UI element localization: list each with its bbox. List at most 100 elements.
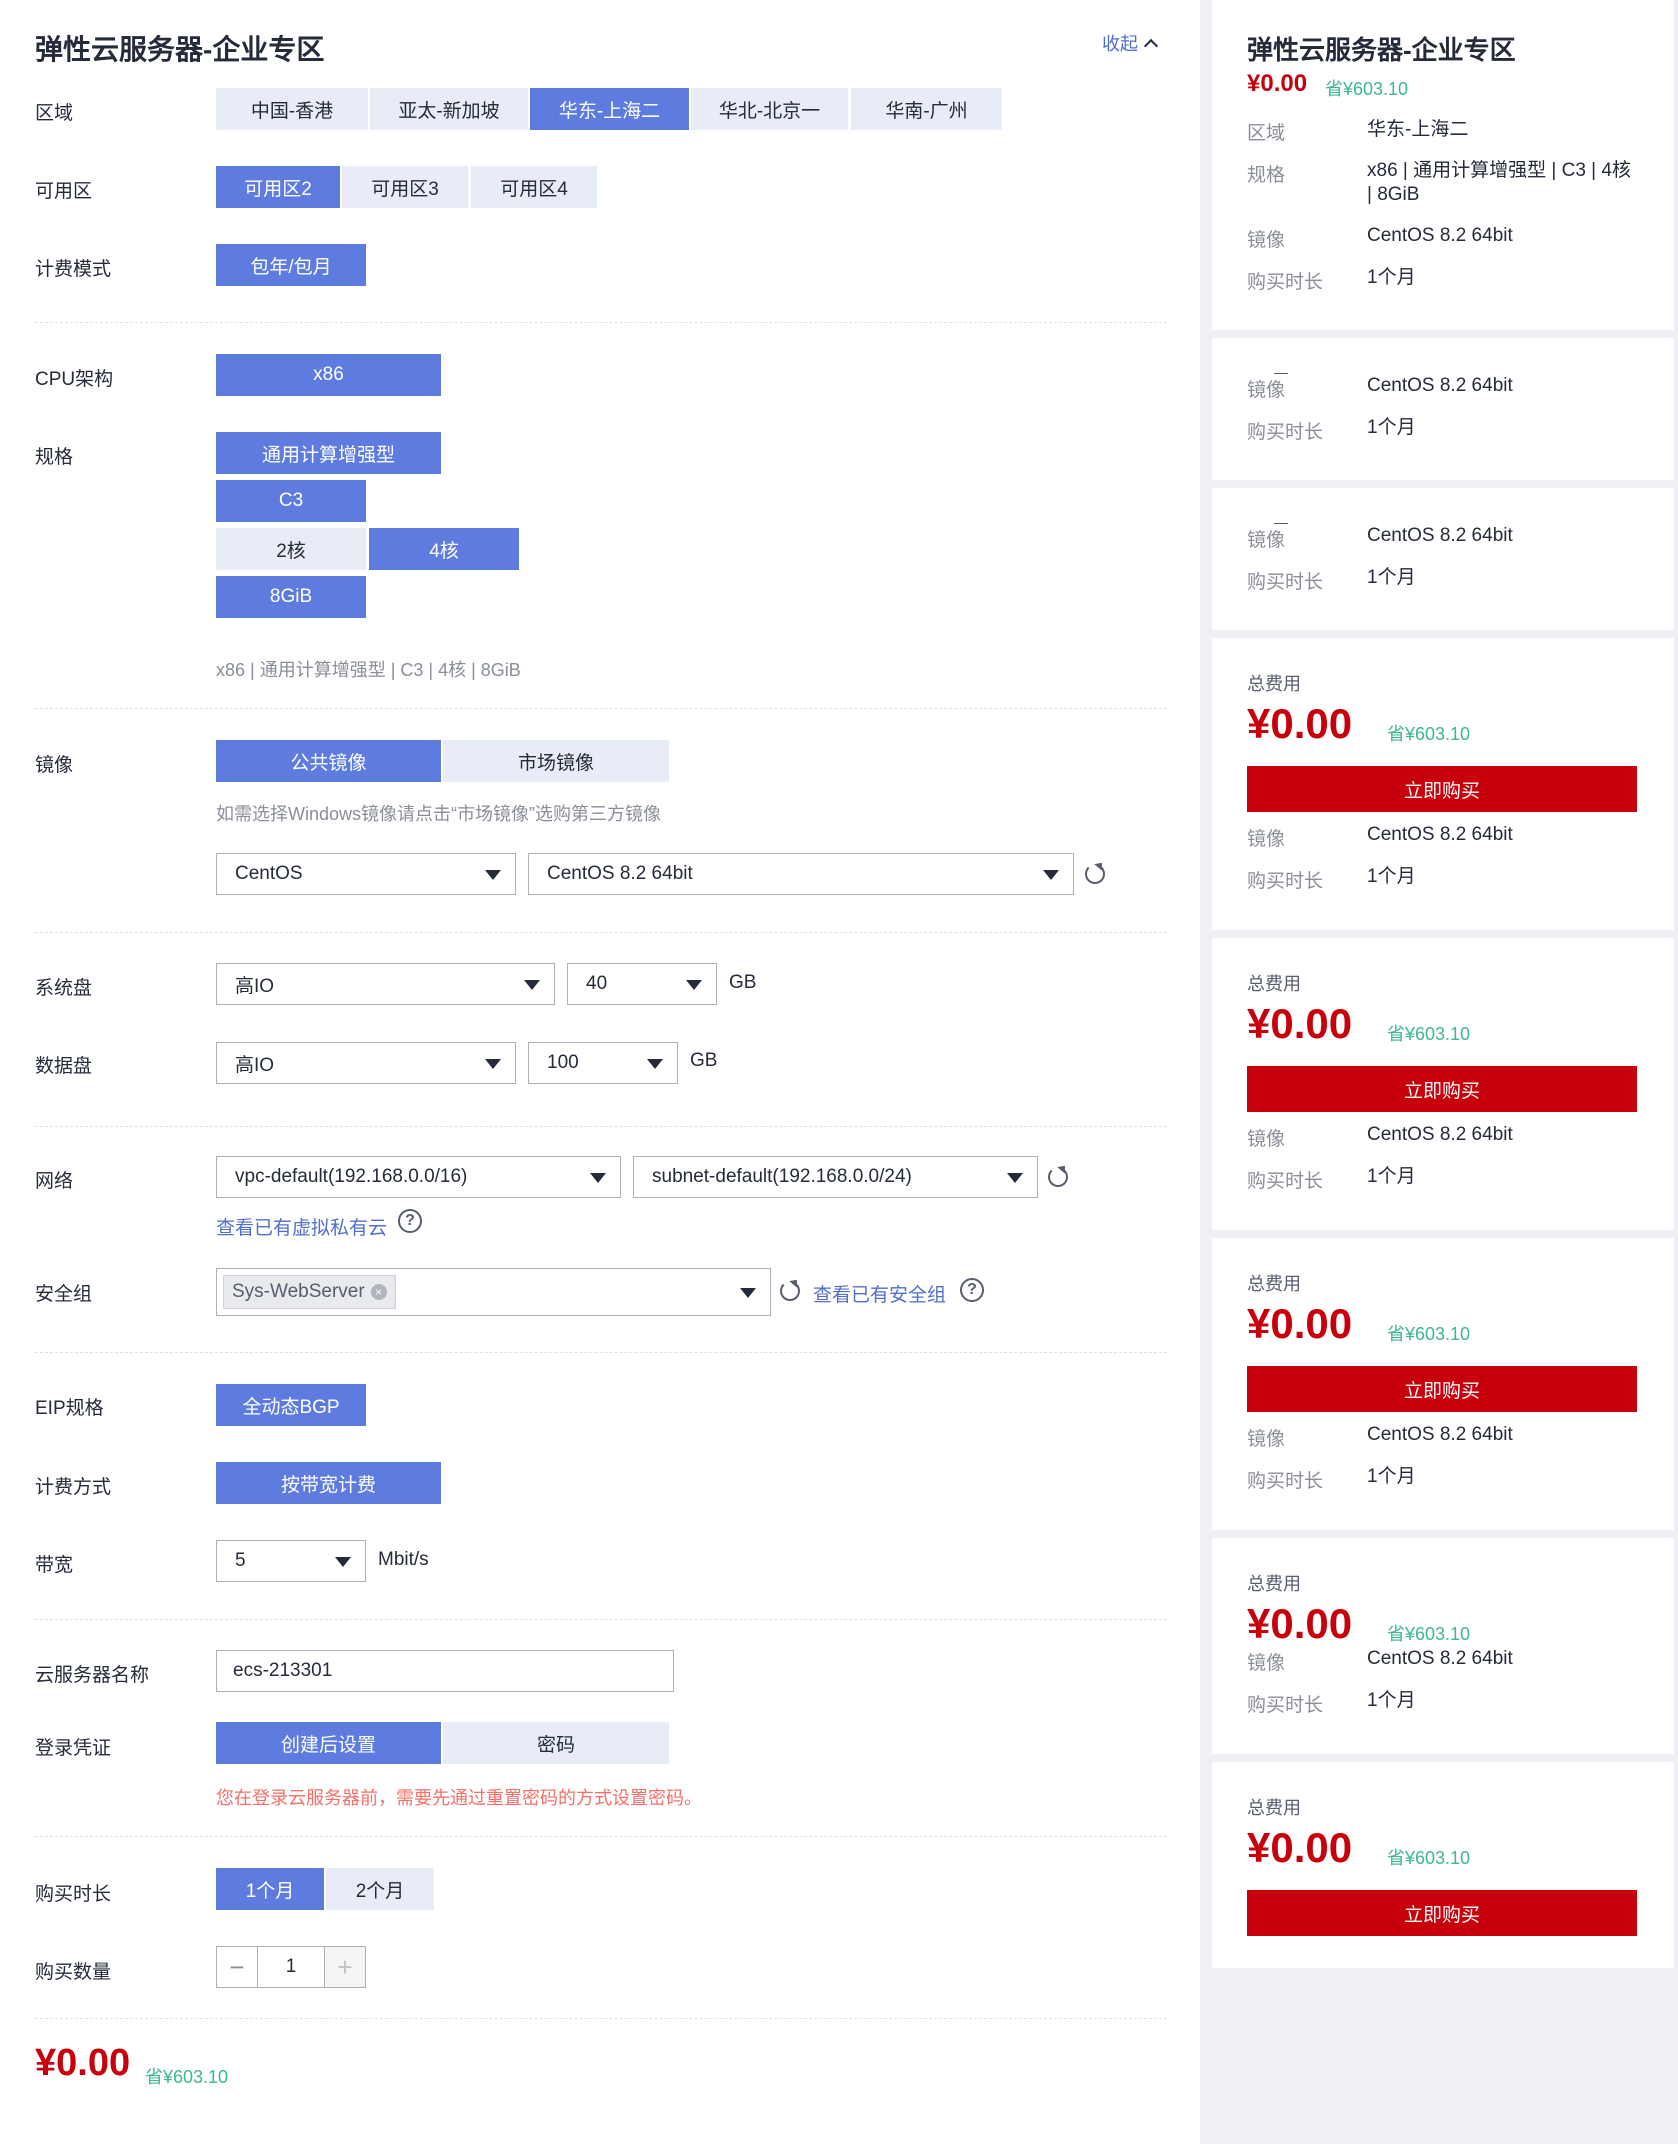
image-tab-market[interactable]: 市场镜像: [443, 740, 669, 782]
image-version-select[interactable]: CentOS 8.2 64bit: [528, 853, 1074, 895]
page-title: 弹性云服务器-企业专区: [35, 34, 325, 65]
bandwidth-value: 5: [235, 1550, 246, 1571]
system-disk-type-select[interactable]: 高IO: [216, 963, 555, 1005]
data-disk-unit: GB: [690, 1050, 718, 1071]
total-price: ¥0.00: [1247, 1000, 1353, 1047]
divider: [35, 1352, 1167, 1353]
image-os-select[interactable]: CentOS: [216, 853, 516, 895]
region-option-guangzhou[interactable]: 华南-广州: [851, 88, 1002, 130]
collapse-button[interactable]: 收起: [1102, 30, 1159, 56]
spec-summary: x86 | 通用计算增强型 | C3 | 4核 | 8GiB: [216, 660, 521, 680]
summary-region-value: 华东-上海二: [1367, 119, 1469, 140]
caret-down-icon: [647, 1059, 663, 1069]
system-disk-size-select[interactable]: 40: [567, 963, 717, 1005]
quantity-value[interactable]: 1: [257, 1947, 325, 1987]
spec-generation-option[interactable]: C3: [216, 480, 366, 522]
cpu-arch-label: CPU架构: [35, 369, 114, 390]
caret-down-icon: [524, 980, 540, 990]
summary-card: 弹性云服务器-企业专区 ¥0.00 省¥603.10 区域 华东-上海二 规格 …: [1212, 0, 1674, 330]
buy-now-button[interactable]: 立即购买: [1247, 1890, 1637, 1936]
summary-image-key: 镜像: [1247, 380, 1286, 401]
subnet-select[interactable]: subnet-default(192.168.0.0/24): [633, 1156, 1038, 1198]
login-warning: 您在登录云服务器前，需要先通过重置密码的方式设置密码。: [216, 1788, 702, 1808]
security-group-label: 安全组: [35, 1284, 93, 1305]
plus-button[interactable]: +: [325, 1947, 365, 1987]
summary-duration-key: 购买时长: [1247, 572, 1324, 593]
az-option-3[interactable]: 可用区3: [342, 166, 468, 208]
summary-duration-key: 购买时长: [1247, 272, 1324, 293]
spec-cores-option-4[interactable]: 4核: [369, 528, 519, 570]
caret-down-icon: [335, 1557, 351, 1567]
region-option-hk[interactable]: 中国-香港: [216, 88, 368, 130]
security-group-select[interactable]: Sys-WebServer ×: [216, 1268, 771, 1316]
server-name-input[interactable]: ecs-213301: [216, 1650, 674, 1692]
help-icon[interactable]: ?: [960, 1278, 984, 1302]
buy-now-button[interactable]: 立即购买: [1247, 1066, 1637, 1112]
summary-image-value: CentOS 8.2 64bit: [1367, 1648, 1513, 1669]
security-group-tag-label: Sys-WebServer: [232, 1281, 365, 1302]
refresh-icon[interactable]: [780, 1281, 800, 1301]
refresh-icon[interactable]: [1048, 1167, 1068, 1187]
bandwidth-select[interactable]: 5: [216, 1540, 366, 1582]
network-label: 网络: [35, 1171, 74, 1192]
divider: [35, 2018, 1167, 2019]
vpc-select[interactable]: vpc-default(192.168.0.0/16): [216, 1156, 621, 1198]
data-disk-type-select[interactable]: 高IO: [216, 1042, 516, 1084]
summary-image-key: 镜像: [1247, 829, 1286, 850]
summary-image-value: CentOS 8.2 64bit: [1367, 1424, 1513, 1445]
refresh-icon[interactable]: [1085, 864, 1105, 884]
image-tab-public[interactable]: 公共镜像: [216, 740, 441, 782]
bandwidth-unit: Mbit/s: [378, 1549, 429, 1570]
duration-option-1m[interactable]: 1个月: [216, 1868, 324, 1910]
collapse-label: 收起: [1102, 34, 1138, 54]
summary-image-value: CentOS 8.2 64bit: [1367, 525, 1513, 546]
region-option-shanghai[interactable]: 华东-上海二: [530, 88, 689, 130]
summary-card: 镜像 CentOS 8.2 64bit 购买时长 1个月: [1212, 488, 1674, 630]
eip-spec-option[interactable]: 全动态BGP: [216, 1384, 366, 1426]
close-icon[interactable]: ×: [370, 1284, 387, 1300]
az-option-2[interactable]: 可用区2: [216, 166, 340, 208]
view-vpc-link[interactable]: 查看已有虚拟私有云: [216, 1213, 387, 1240]
az-option-4[interactable]: 可用区4: [471, 166, 597, 208]
cpu-arch-option-x86[interactable]: x86: [216, 354, 441, 396]
region-option-beijing[interactable]: 华北-北京一: [691, 88, 848, 130]
region-option-sg[interactable]: 亚太-新加坡: [370, 88, 528, 130]
data-disk-label: 数据盘: [35, 1056, 93, 1077]
summary-region-key: 区域: [1247, 123, 1286, 144]
caret-down-icon: [740, 1288, 756, 1298]
summary-card: 总费用 ¥0.00 省¥603.10 立即购买 镜像 CentOS 8.2 64…: [1212, 938, 1674, 1230]
total-label: 总费用: [1247, 674, 1301, 694]
divider: [1274, 523, 1288, 524]
billing-mode-label: 计费模式: [35, 259, 112, 280]
spec-family-option[interactable]: 通用计算增强型: [216, 432, 441, 474]
total-price: ¥0.00: [1247, 1600, 1353, 1647]
caret-down-icon: [485, 1059, 501, 1069]
footer-price: ¥0.00: [35, 2042, 131, 2084]
image-label: 镜像: [35, 755, 74, 776]
spec-memory-option[interactable]: 8GiB: [216, 576, 366, 618]
buy-now-button[interactable]: 立即购买: [1247, 766, 1637, 812]
charge-method-option[interactable]: 按带宽计费: [216, 1462, 441, 1504]
security-group-tag[interactable]: Sys-WebServer ×: [223, 1275, 396, 1309]
summary-price: ¥0.00: [1247, 70, 1308, 97]
minus-button[interactable]: −: [217, 1947, 257, 1987]
login-option-password[interactable]: 密码: [443, 1722, 669, 1764]
spec-label: 规格: [35, 447, 74, 468]
duration-option-2m[interactable]: 2个月: [326, 1868, 434, 1910]
view-security-group-link[interactable]: 查看已有安全组: [813, 1280, 946, 1307]
caret-down-icon: [1007, 1173, 1023, 1183]
charge-method-label: 计费方式: [35, 1477, 112, 1498]
billing-mode-option[interactable]: 包年/包月: [216, 244, 366, 286]
total-label: 总费用: [1247, 1798, 1301, 1818]
system-disk-unit: GB: [729, 972, 757, 993]
divider: [1274, 373, 1288, 374]
quantity-stepper[interactable]: − 1 +: [216, 1946, 366, 1988]
spec-cores-option-2[interactable]: 2核: [216, 528, 366, 570]
login-option-later[interactable]: 创建后设置: [216, 1722, 441, 1764]
divider: [35, 1126, 1167, 1127]
buy-now-button[interactable]: 立即购买: [1247, 1366, 1637, 1412]
summary-duration-value: 1个月: [1367, 417, 1416, 438]
help-icon[interactable]: ?: [398, 1209, 422, 1233]
region-label: 区域: [35, 103, 74, 124]
data-disk-size-select[interactable]: 100: [528, 1042, 678, 1084]
